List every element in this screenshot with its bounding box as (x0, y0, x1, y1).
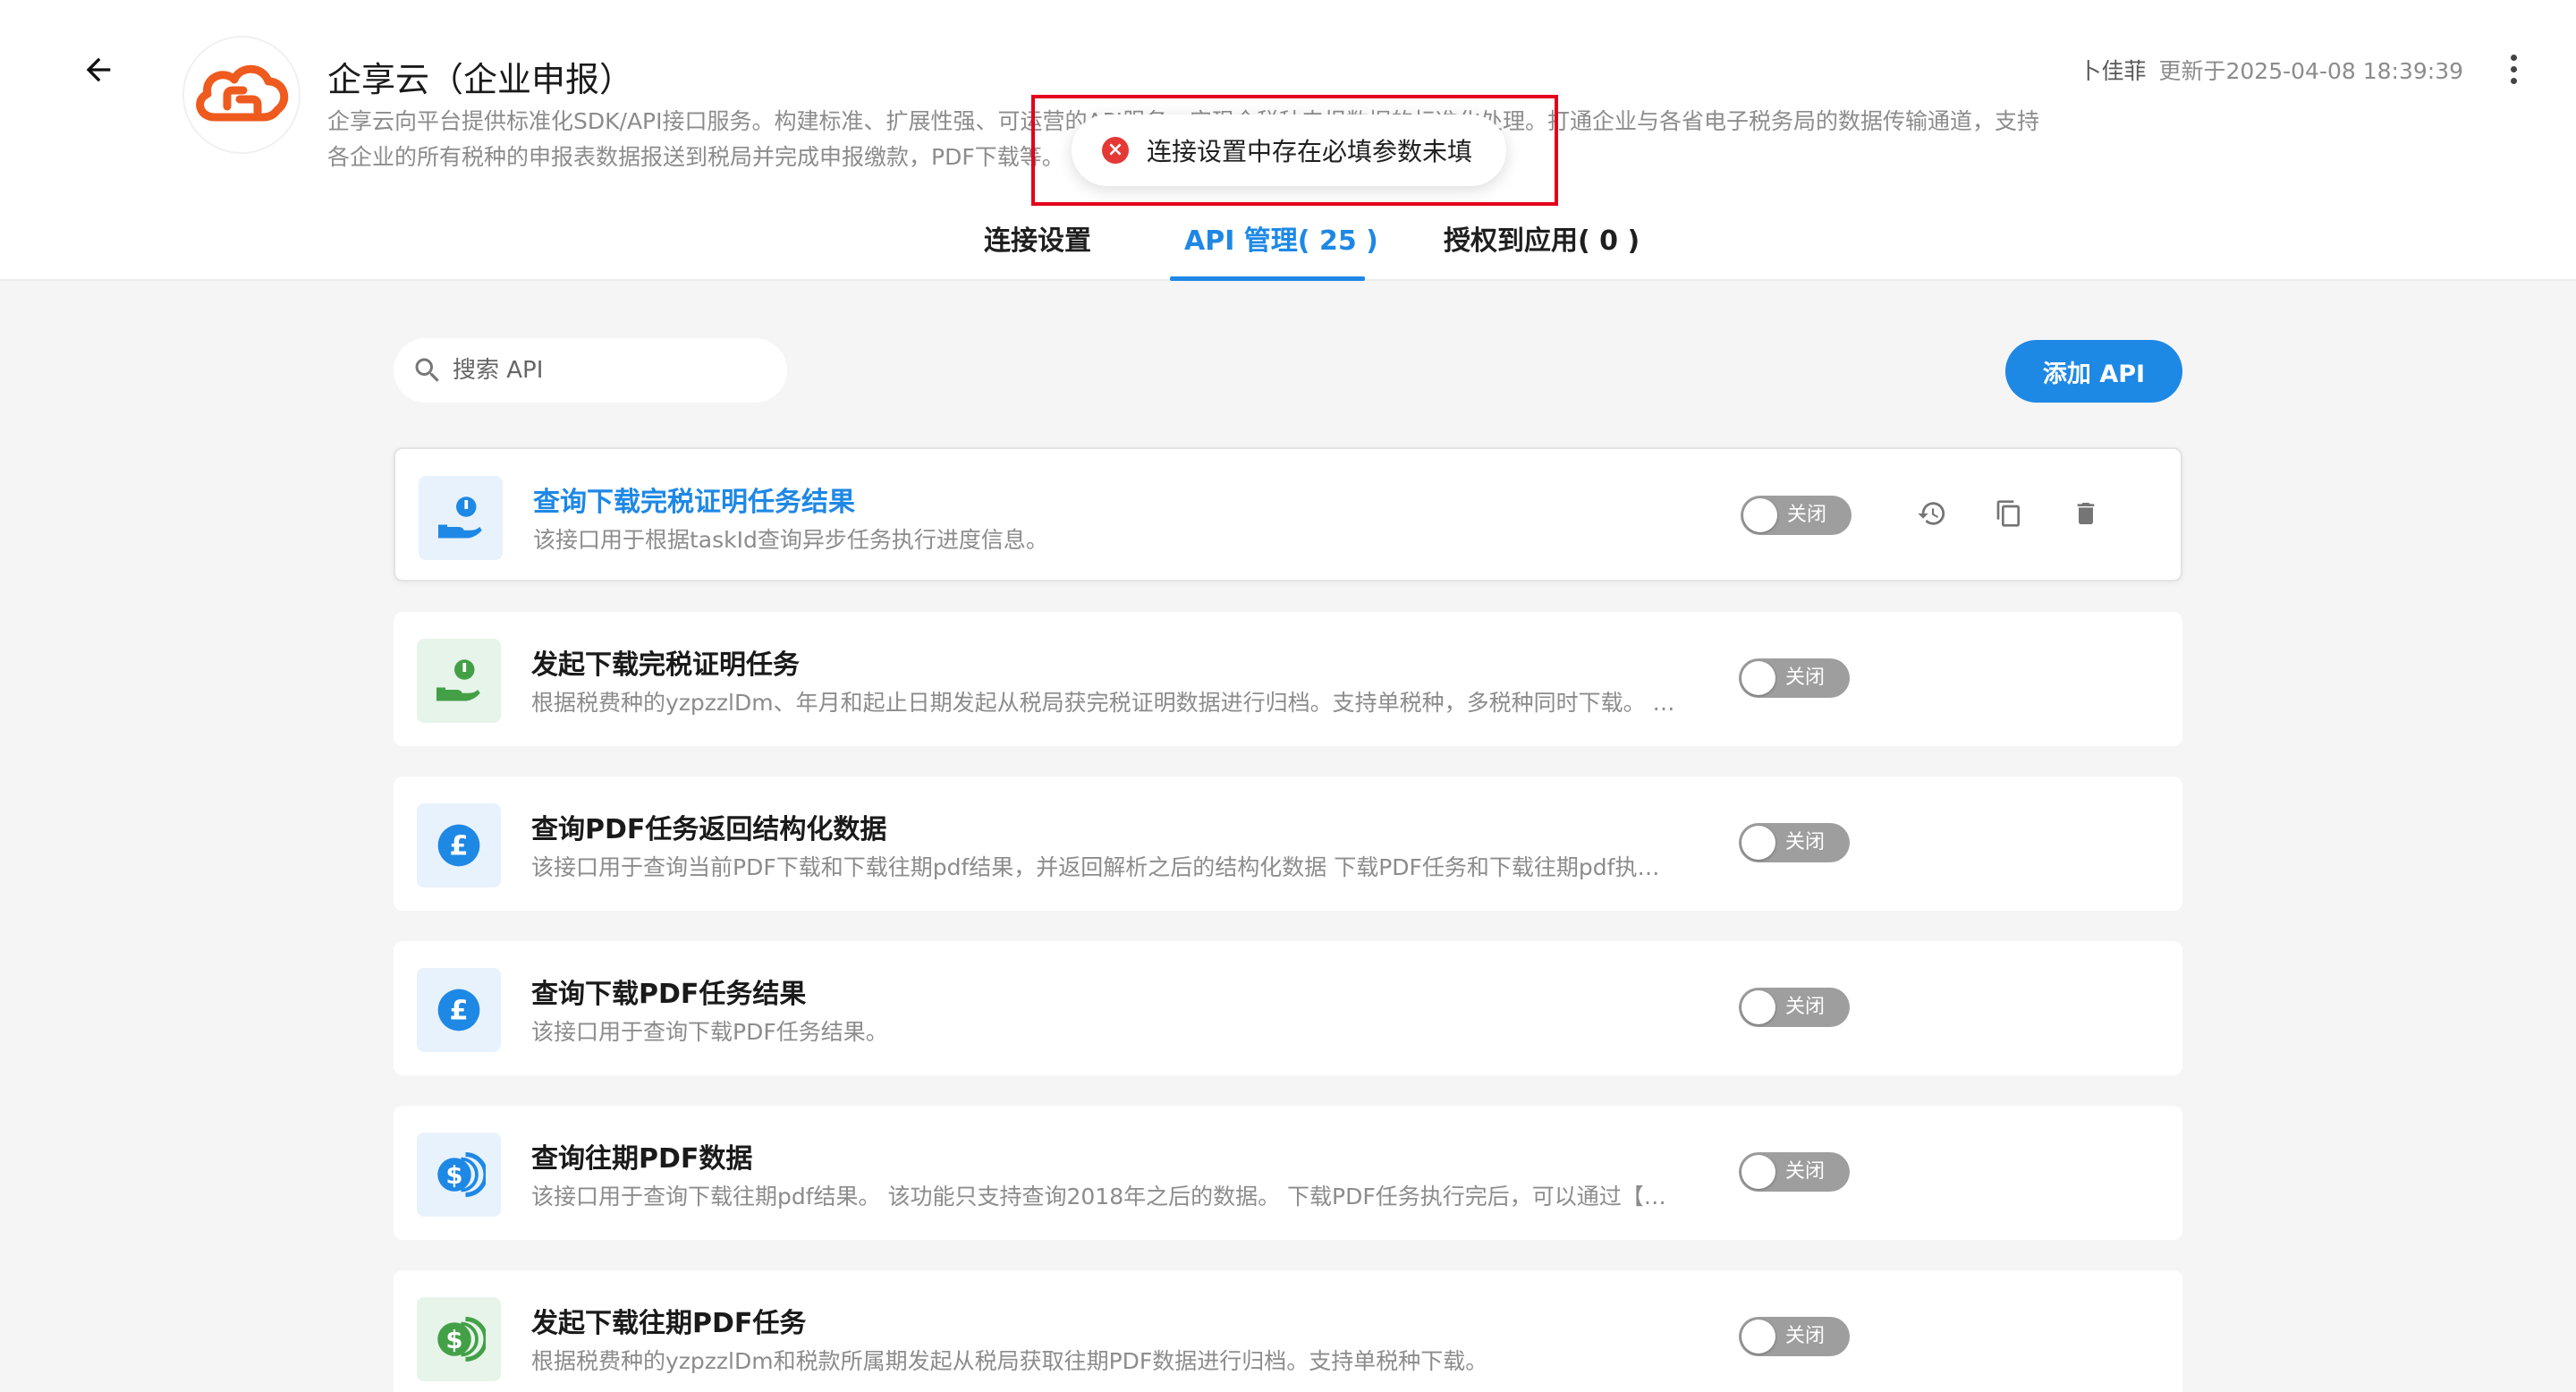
error-icon: × (1102, 137, 1129, 164)
dollar-coins-icon: $ (437, 1317, 486, 1362)
tab-connection-settings[interactable]: 连接设置 (984, 218, 1091, 281)
card-actions (1916, 496, 2102, 531)
svg-text:£: £ (449, 831, 468, 862)
app-title: 企享云（企业申报） (327, 60, 634, 99)
api-name: 查询往期PDF数据 (531, 1143, 753, 1175)
api-card[interactable]: 发起下载完税证明任务 根据税费种的yzpzzlDm、年月和起止日期发起从税局获完… (394, 612, 2182, 746)
api-description: 该接口用于查询下载往期pdf结果。 该功能只支持查询2018年之后的数据。 下载… (531, 1184, 1666, 1210)
tab-bar: 连接设置 API 管理( 25 ) 授权到应用( 0 ) (0, 211, 2576, 281)
api-toggle[interactable]: 关闭 (1739, 658, 1850, 698)
svg-text:$: $ (445, 1161, 462, 1190)
api-toggle[interactable]: 关闭 (1739, 1152, 1850, 1192)
pound-icon: £ (437, 989, 480, 1031)
api-description: 该接口用于查询下载PDF任务结果。 (531, 1019, 888, 1045)
api-name: 查询PDF任务返回结构化数据 (531, 814, 887, 845)
history-icon (1918, 502, 1945, 525)
back-button[interactable] (72, 43, 125, 97)
more-dot-icon (2510, 77, 2517, 84)
dollar-coins-icon: $ (437, 1152, 486, 1197)
api-toggle[interactable]: 关闭 (1741, 496, 1852, 535)
arrow-left-icon (86, 57, 111, 82)
api-card[interactable]: 查询下载完税证明任务结果 该接口用于根据taskId查询异步任务执行进度信息。 … (394, 447, 2182, 581)
hand-coin-icon (436, 659, 480, 701)
search-input[interactable] (453, 357, 775, 384)
more-menu-button[interactable] (2496, 47, 2531, 91)
delete-button[interactable] (2070, 496, 2102, 531)
history-button[interactable] (1916, 496, 1948, 531)
pound-icon: £ (437, 824, 480, 867)
trash-icon (2077, 503, 2095, 524)
api-name: 查询下载PDF任务结果 (531, 979, 807, 1010)
toggle-label: 关闭 (1785, 996, 1826, 1018)
api-icon-box: $ (417, 1133, 501, 1217)
more-dot-icon (2510, 54, 2517, 61)
copy-button[interactable] (1993, 496, 2025, 531)
cloud-logo-icon (196, 64, 289, 122)
api-card[interactable]: $ 发起下载往期PDF任务 根据税费种的yzpzzlDm和税款所属期发起从税局获… (394, 1270, 2182, 1392)
svg-text:£: £ (449, 996, 468, 1027)
updated-time: 更新于2025-04-08 18:39:39 (2158, 58, 2463, 84)
api-icon-box: £ (417, 803, 501, 887)
hand-coin-icon (438, 497, 482, 539)
tab-authorized-apps[interactable]: 授权到应用( 0 ) (1444, 218, 1640, 281)
app-logo (182, 36, 301, 154)
api-icon-box: $ (417, 1297, 501, 1381)
api-toggle[interactable]: 关闭 (1739, 988, 1850, 1027)
toggle-label: 关闭 (1785, 831, 1826, 853)
svg-text:$: $ (445, 1326, 462, 1354)
api-card[interactable]: $ 查询往期PDF数据 该接口用于查询下载往期pdf结果。 该功能只支持查询20… (394, 1106, 2182, 1240)
more-dot-icon (2510, 65, 2517, 72)
toggle-label: 关闭 (1785, 1325, 1826, 1347)
api-toggle[interactable]: 关闭 (1739, 1317, 1850, 1356)
api-toggle[interactable]: 关闭 (1739, 823, 1850, 862)
toggle-knob (1741, 990, 1775, 1024)
toggle-label: 关闭 (1785, 1160, 1826, 1183)
api-description: 根据税费种的yzpzzlDm、年月和起止日期发起从税局获完税证明数据进行归档。支… (531, 690, 1675, 716)
toggle-knob (1741, 1155, 1775, 1189)
toggle-knob (1741, 826, 1775, 860)
api-icon-box (419, 476, 503, 560)
api-description: 该接口用于根据taskId查询异步任务执行进度信息。 (533, 527, 1048, 553)
toggle-knob (1741, 1320, 1775, 1354)
api-description: 根据税费种的yzpzzlDm和税款所属期发起从税局获取往期PDF数据进行归档。支… (531, 1348, 1488, 1374)
api-card[interactable]: £ 查询PDF任务返回结构化数据 该接口用于查询当前PDF下载和下载往期pdf结… (394, 777, 2182, 911)
tab-api-management[interactable]: API 管理( 25 ) (1170, 218, 1378, 281)
toggle-knob (1743, 498, 1777, 532)
api-card[interactable]: £ 查询下载PDF任务结果 该接口用于查询下载PDF任务结果。 关闭 (394, 941, 2182, 1075)
toggle-knob (1741, 661, 1775, 695)
search-icon (415, 358, 439, 382)
api-description: 该接口用于查询当前PDF下载和下载往期pdf结果，并返回解析之后的结构化数据 下… (531, 854, 1660, 880)
error-toast: × 连接设置中存在必填参数未填 (1072, 115, 1506, 186)
search-box (394, 338, 787, 403)
api-name: 发起下载完税证明任务 (531, 649, 800, 681)
api-icon-box (417, 639, 501, 723)
updater-name: 卜佳菲 (2079, 58, 2147, 84)
copy-icon (1996, 500, 2020, 527)
toast-message: 连接设置中存在必填参数未填 (1147, 137, 1473, 166)
update-meta: 卜佳菲 更新于2025-04-08 18:39:39 (2079, 54, 2463, 86)
api-icon-box: £ (417, 968, 501, 1052)
api-name: 查询下载完税证明任务结果 (533, 487, 855, 518)
api-name: 发起下载往期PDF任务 (531, 1308, 807, 1339)
toggle-label: 关闭 (1785, 666, 1826, 689)
toggle-label: 关闭 (1787, 504, 1827, 526)
add-api-button[interactable]: 添加 API (2005, 340, 2182, 403)
